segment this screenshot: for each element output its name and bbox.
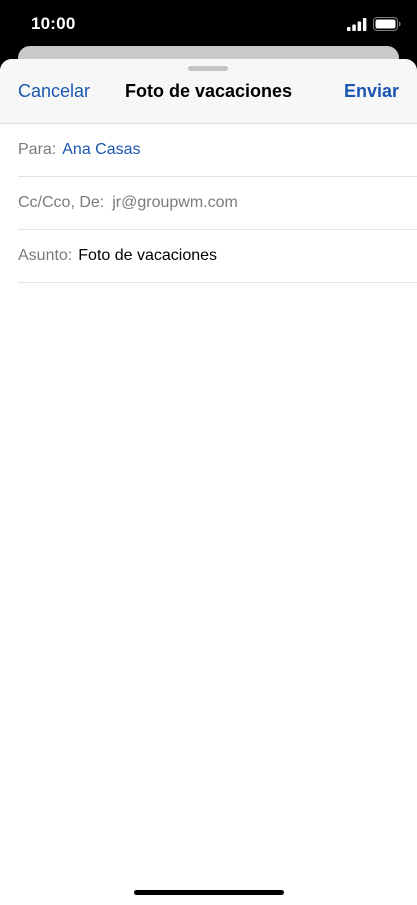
to-field[interactable]: Para: Ana Casas bbox=[18, 124, 417, 177]
cc-bcc-from-label: Cc/Cco, De: bbox=[18, 194, 105, 211]
cc-bcc-from-field[interactable]: Cc/Cco, De: jr@groupwm.com bbox=[18, 177, 417, 230]
device-screen: 10:00 Cancelar Foto de vacaciones Enviar… bbox=[0, 0, 417, 905]
battery-icon bbox=[373, 17, 401, 31]
compose-nav-bar: Cancelar Foto de vacaciones Enviar bbox=[0, 59, 417, 124]
subject-value[interactable]: Foto de vacaciones bbox=[78, 247, 217, 265]
subject-field[interactable]: Asunto: Foto de vacaciones bbox=[18, 230, 417, 283]
to-recipient[interactable]: Ana Casas bbox=[62, 141, 140, 159]
subject-label: Asunto: bbox=[18, 247, 73, 264]
cellular-signal-icon bbox=[347, 18, 367, 31]
status-time: 10:00 bbox=[31, 14, 76, 33]
message-body[interactable] bbox=[0, 283, 417, 883]
status-bar: 10:00 bbox=[0, 0, 417, 48]
from-address[interactable]: jr@groupwm.com bbox=[112, 194, 238, 212]
home-indicator[interactable] bbox=[134, 890, 284, 895]
to-label: Para: bbox=[18, 141, 57, 158]
camera-notch bbox=[92, 0, 326, 32]
send-button[interactable]: Enviar bbox=[344, 81, 399, 102]
sheet-grabber[interactable] bbox=[188, 66, 228, 71]
mail-compose-sheet: Cancelar Foto de vacaciones Enviar Para:… bbox=[0, 59, 417, 905]
